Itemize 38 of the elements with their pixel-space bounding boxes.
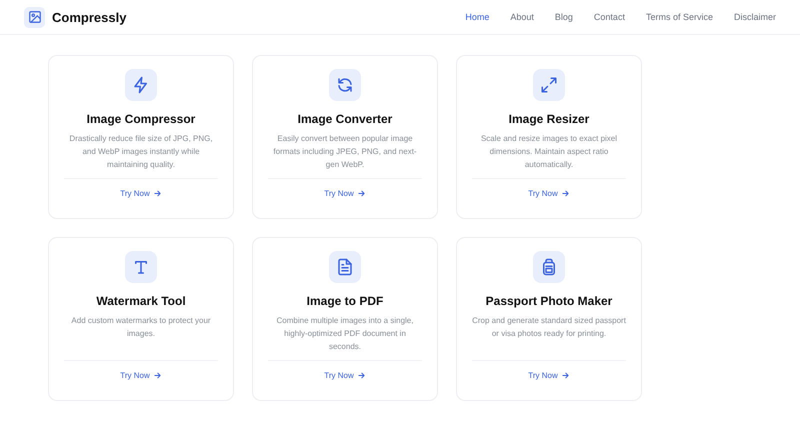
image-icon [24,6,45,28]
arrow-right-icon [356,189,366,198]
arrow-right-icon [560,189,570,198]
lightning-icon [125,69,157,101]
tool-title: Watermark Tool [96,294,186,308]
nav-link[interactable]: Terms of Service [646,12,713,22]
tool-description: Add custom watermarks to protect your images. [70,315,212,340]
expand-icon [533,69,565,101]
nav-link[interactable]: Blog [554,12,573,22]
tool-title: Image Resizer [508,112,590,126]
text-icon [125,251,157,283]
try-now-link[interactable]: Try Now [528,371,570,380]
arrow-right-icon [152,371,162,380]
document-icon [329,251,361,283]
arrow-right-icon [356,371,366,380]
tool-description: Crop and generate standard sized passport or visa photos ready for printing. [472,315,626,340]
try-now-link[interactable]: Try Now [120,371,162,380]
try-now-link[interactable]: Try Now [528,189,570,198]
tool-description: Combine multiple images into a single, highly-optimized PDF document in seconds. [276,315,414,353]
tool-title: Image Compressor [86,112,196,126]
backpack-icon [533,251,565,283]
try-now-link[interactable]: Try Now [324,189,366,198]
nav-link[interactable]: Disclaimer [734,12,776,22]
tool-title: Passport Photo Maker [486,294,612,308]
try-now-link[interactable]: Try Now [120,189,162,198]
brand-name: Compressly [52,10,126,24]
try-now-link[interactable]: Try Now [324,371,366,380]
nav-link[interactable]: Contact [594,12,625,22]
arrow-right-icon [152,189,162,198]
tool-title: Image to PDF [306,294,384,308]
nav-link[interactable]: Home [465,12,490,22]
tool-title: Image Converter [298,112,392,126]
nav-link[interactable]: About [510,12,534,22]
tool-description: Easily convert between popular image formats including JPEG, PNG, and next-gen WebP. [272,133,418,171]
refresh-icon [329,69,361,101]
arrow-right-icon [560,371,570,380]
tool-description: Drastically reduce file size of JPG, PNG, and WebP images instantly while maintaining quality. [68,133,214,171]
tool-description: Scale and resize images to exact pixel dimensions. Maintain aspect ratio automatically. [480,133,618,171]
